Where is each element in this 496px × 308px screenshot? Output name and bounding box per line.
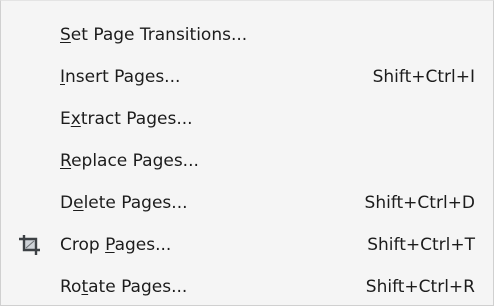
menu-item-label: Rotate Pages... — [60, 277, 188, 297]
menu-item-delete-pages[interactable]: Delete Pages... Shift+Ctrl+D — [1, 183, 493, 223]
menu-item-label: Insert Pages... — [60, 67, 181, 87]
menu-item-label: Set Page Transitions... — [60, 25, 248, 45]
menu-item-shortcut: Shift+Ctrl+I — [372, 67, 475, 87]
menu-item-set-page-transitions[interactable]: Set Page Transitions... — [1, 15, 493, 55]
menu-item-label: Replace Pages... — [60, 151, 199, 171]
menu-item-label: Delete Pages... — [60, 193, 188, 213]
menu-item-rotate-pages[interactable]: Rotate Pages... Shift+Ctrl+R — [1, 267, 493, 307]
menu-item-shortcut: Shift+Ctrl+R — [365, 277, 475, 297]
menu-item-label: Crop Pages... — [60, 235, 172, 255]
menu-item-crop-pages[interactable]: Crop Pages... Shift+Ctrl+T — [1, 225, 493, 265]
menu-item-extract-pages[interactable]: Extract Pages... — [1, 99, 493, 139]
menu-item-insert-pages[interactable]: Insert Pages... Shift+Ctrl+I — [1, 57, 493, 97]
menu-item-replace-pages[interactable]: Replace Pages... — [1, 141, 493, 181]
page-context-menu: Set Page Transitions... Insert Pages... … — [0, 0, 494, 306]
crop-icon — [18, 234, 42, 256]
menu-item-shortcut: Shift+Ctrl+D — [364, 193, 475, 213]
menu-item-shortcut: Shift+Ctrl+T — [367, 235, 475, 255]
menu-item-label: Extract Pages... — [60, 109, 193, 129]
